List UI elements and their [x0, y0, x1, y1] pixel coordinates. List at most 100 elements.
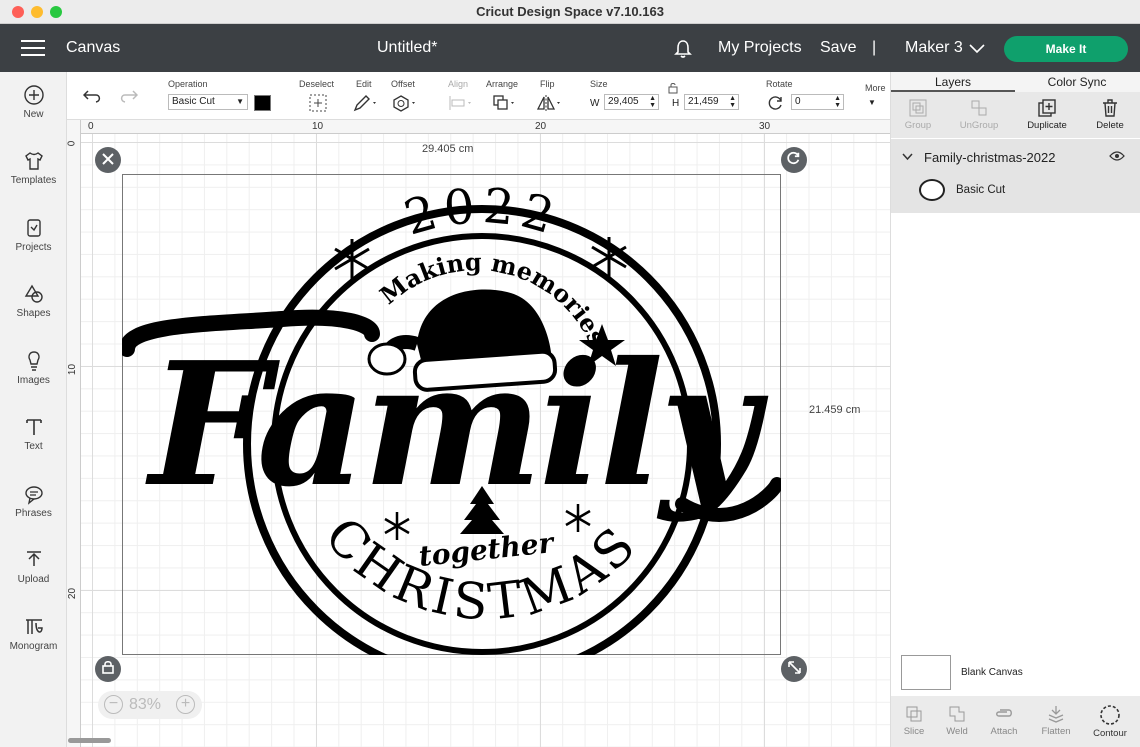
- operation-select[interactable]: Basic Cut ▼: [168, 94, 248, 110]
- delete-handle[interactable]: [95, 147, 121, 173]
- height-input[interactable]: 21,459 ▲ ▼: [684, 94, 739, 110]
- arrange-icon[interactable]: [492, 94, 518, 112]
- group-icon: [909, 99, 927, 117]
- height-dimension-label: 21.459 cm: [809, 404, 861, 416]
- flip-label: Flip: [540, 79, 555, 89]
- sidebar-item-label: Images: [17, 375, 50, 386]
- hamburger-menu-icon[interactable]: [21, 40, 45, 56]
- height-label: H: [672, 98, 680, 109]
- ungroup-button[interactable]: UnGroup: [949, 98, 1009, 131]
- projects-icon: [26, 219, 41, 237]
- lightbulb-icon: [27, 351, 40, 371]
- sidebar-item-shapes[interactable]: Shapes: [0, 283, 67, 319]
- size-label: Size: [590, 79, 608, 89]
- make-it-button[interactable]: Make It: [1004, 36, 1128, 62]
- sidebar-item-upload[interactable]: Upload: [0, 549, 67, 585]
- layer-thumbnail: [919, 179, 945, 201]
- undo-icon[interactable]: [83, 88, 103, 104]
- blank-canvas-label: Blank Canvas: [961, 667, 1023, 678]
- rotate-icon[interactable]: [768, 95, 784, 111]
- width-label: W: [590, 98, 600, 109]
- weld-button[interactable]: Weld: [934, 704, 980, 737]
- attach-button[interactable]: Attach: [981, 704, 1027, 737]
- group-button[interactable]: Group: [888, 98, 948, 131]
- tab-layers[interactable]: Layers: [891, 72, 1015, 92]
- close-icon: [102, 153, 114, 165]
- stepper-icon: ▲ ▼: [729, 95, 736, 109]
- slice-button[interactable]: Slice: [891, 704, 937, 737]
- chevron-down-icon[interactable]: [969, 44, 985, 54]
- edit-toolbar: Operation Basic Cut ▼ Deselect Edit Offse…: [67, 72, 890, 120]
- contour-icon: [1100, 705, 1120, 725]
- layer-group[interactable]: Family-christmas-2022 Basic Cut: [891, 139, 1140, 213]
- lock-ratio-icon[interactable]: [667, 82, 679, 94]
- layer-group-name: Family-christmas-2022: [924, 150, 1056, 165]
- zoom-window-button[interactable]: [50, 6, 62, 18]
- flatten-button[interactable]: Flatten: [1033, 704, 1079, 737]
- duplicate-button[interactable]: Duplicate: [1017, 98, 1077, 131]
- close-window-button[interactable]: [12, 6, 24, 18]
- resize-handle[interactable]: [781, 656, 807, 682]
- weld-label: Weld: [946, 726, 968, 737]
- sidebar-item-templates[interactable]: Templates: [0, 150, 67, 186]
- sidebar-item-label: Shapes: [16, 308, 51, 319]
- layer-item-name[interactable]: Basic Cut: [956, 184, 1005, 196]
- minimize-window-button[interactable]: [31, 6, 43, 18]
- sidebar-item-phrases[interactable]: Phrases: [0, 483, 67, 519]
- delete-button[interactable]: Delete: [1080, 98, 1140, 131]
- my-projects-link[interactable]: My Projects: [718, 24, 802, 72]
- sidebar-item-label: Templates: [10, 175, 57, 186]
- family-christmas-design[interactable]: 2022 Making memories Family together CHR…: [122, 174, 781, 655]
- app-header: Canvas Untitled* My Projects Save | Make…: [0, 24, 1140, 72]
- document-title[interactable]: Untitled*: [377, 24, 437, 72]
- section-title: Canvas: [66, 39, 121, 56]
- more-dropdown-icon[interactable]: ▼: [868, 98, 876, 107]
- layers-panel: Layers Color Sync Group UnGroup Duplicat…: [890, 72, 1140, 747]
- rotate-handle[interactable]: [781, 147, 807, 173]
- notification-bell-icon[interactable]: [674, 39, 692, 59]
- pencil-icon[interactable]: [353, 94, 379, 112]
- zoom-out-button[interactable]: −: [104, 695, 123, 714]
- slice-label: Slice: [903, 726, 925, 737]
- monogram-icon: [25, 619, 43, 634]
- eye-icon[interactable]: [1109, 151, 1125, 161]
- rotate-input[interactable]: 0 ▲ ▼: [791, 94, 844, 110]
- width-input[interactable]: 29,405 ▲ ▼: [604, 94, 659, 110]
- contour-label: Contour: [1093, 728, 1127, 739]
- ruler-v-mark: 10: [67, 363, 79, 376]
- machine-selector[interactable]: Maker 3: [905, 24, 963, 72]
- flatten-label: Flatten: [1041, 726, 1071, 737]
- design-canvas[interactable]: 0 10 20 30 0 10 20 29.405 cm 21.459 cm 2…: [67, 120, 890, 747]
- color-swatch[interactable]: [254, 95, 271, 111]
- stepper-icon: ▲ ▼: [649, 95, 656, 109]
- redo-icon[interactable]: [118, 88, 138, 104]
- ruler-h-mark: 0: [88, 121, 94, 132]
- lock-handle[interactable]: [95, 656, 121, 682]
- sidebar-item-projects[interactable]: Projects: [0, 217, 67, 253]
- save-button[interactable]: Save: [820, 24, 856, 72]
- window-titlebar: Cricut Design Space v7.10.163: [0, 0, 1140, 24]
- deselect-icon[interactable]: [309, 94, 327, 112]
- sidebar-item-new[interactable]: New: [0, 84, 67, 120]
- offset-icon[interactable]: [392, 94, 418, 112]
- horizontal-scrollbar[interactable]: [68, 738, 111, 743]
- width-dimension-label: 29.405 cm: [422, 143, 474, 155]
- sidebar-item-monogram[interactable]: Monogram: [0, 616, 67, 652]
- flip-icon[interactable]: [536, 94, 564, 112]
- sidebar-item-text[interactable]: Text: [0, 416, 67, 452]
- chevron-down-icon[interactable]: [902, 153, 913, 161]
- zoom-in-button[interactable]: +: [176, 695, 195, 714]
- slice-icon: [906, 706, 922, 722]
- duplicate-icon: [1038, 99, 1056, 117]
- tab-color-sync[interactable]: Color Sync: [1015, 72, 1139, 92]
- rotate-value: 0: [795, 96, 801, 107]
- sidebar-item-images[interactable]: Images: [0, 350, 67, 386]
- zoom-level: 83%: [129, 696, 162, 713]
- height-value: 21,459: [688, 96, 719, 107]
- contour-button[interactable]: Contour: [1087, 704, 1133, 739]
- paperclip-icon: [996, 709, 1012, 717]
- vertical-ruler: 0 10 20: [67, 120, 81, 747]
- blank-canvas-swatch[interactable]: [901, 655, 951, 690]
- ungroup-label: UnGroup: [959, 120, 999, 131]
- duplicate-label: Duplicate: [1027, 120, 1067, 131]
